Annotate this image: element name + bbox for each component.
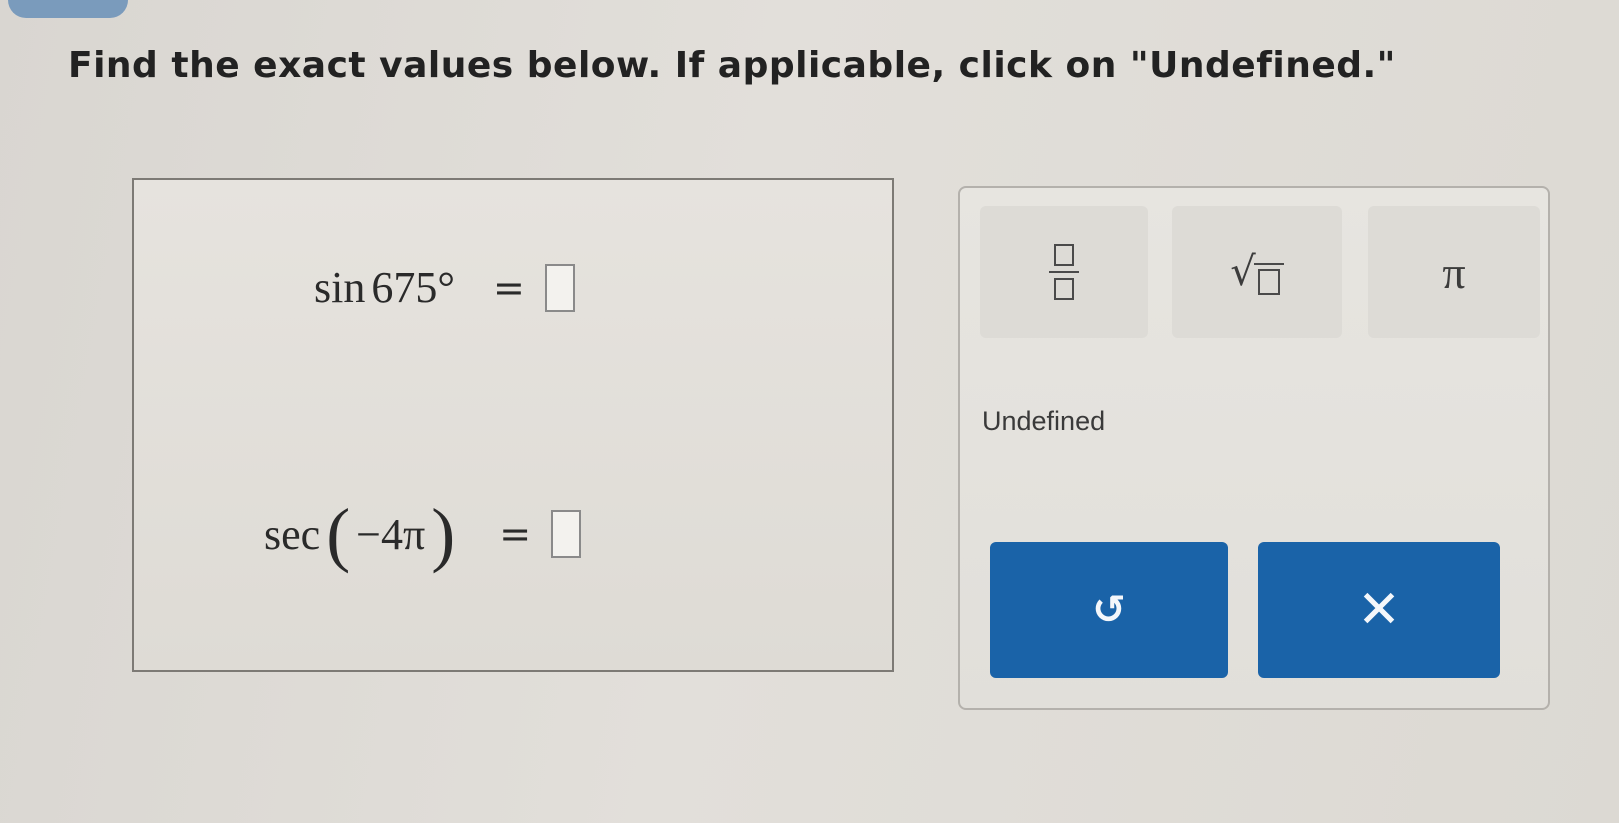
clear-button[interactable]: ✕ [1258, 542, 1500, 678]
close-paren: ) [431, 494, 456, 574]
undo-icon: ↺ [1092, 587, 1126, 633]
undefined-button[interactable]: Undefined [982, 406, 1105, 437]
open-paren: ( [326, 494, 351, 574]
function-argument: 675° [371, 263, 455, 312]
answer-panel: sin 675° = sec ( −4π ) = [132, 178, 894, 672]
instructions: Find the exact values below. If applicab… [68, 45, 1396, 86]
function-name: sec [264, 509, 321, 559]
question-sec: sec ( −4π ) = [264, 494, 582, 574]
radical-sign: √ [1230, 249, 1256, 295]
pi-button[interactable]: π [1368, 206, 1540, 338]
answer-input-sec[interactable] [551, 510, 582, 558]
pi-label: π [1442, 246, 1466, 298]
answer-input-sin[interactable] [544, 263, 575, 312]
square-root-button[interactable]: √ [1172, 206, 1342, 338]
question-sin: sin 675° = [314, 262, 575, 313]
function-name: sin [314, 263, 366, 312]
equals-sign: = [492, 265, 525, 310]
math-keypad: √ π Undefined ↺ ✕ [958, 186, 1550, 710]
equals-sign: = [499, 512, 532, 556]
tab-stub [8, 0, 128, 18]
undo-button[interactable]: ↺ [990, 542, 1228, 678]
square-root-icon: √ [1230, 249, 1284, 295]
fraction-icon [1049, 244, 1079, 300]
function-argument: −4π [356, 509, 426, 559]
close-icon: ✕ [1357, 580, 1401, 640]
fraction-button[interactable] [980, 206, 1148, 338]
